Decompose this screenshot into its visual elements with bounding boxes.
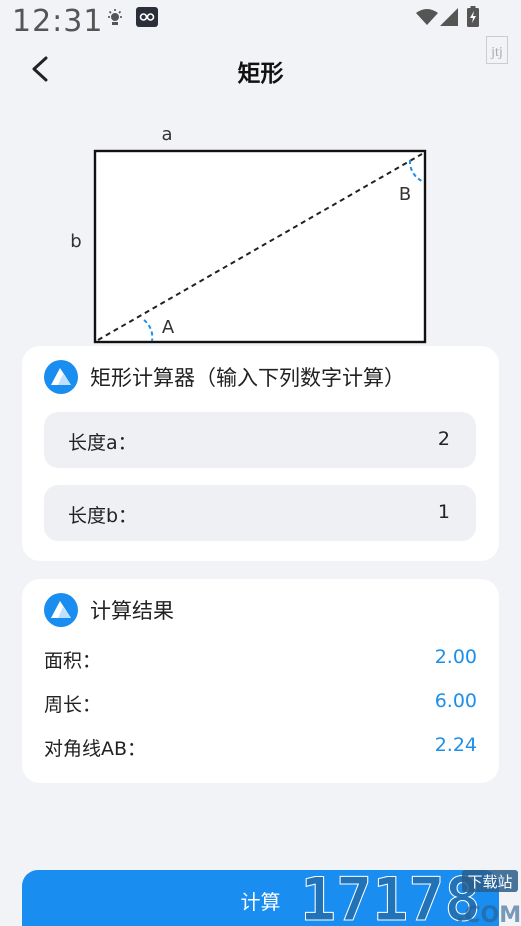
perimeter-label: 周长： <box>44 694 102 716</box>
wifi-icon <box>416 9 438 25</box>
site-watermark: 17178 .COM 下载站 <box>300 865 521 926</box>
svg-text:jtj: jtj <box>490 45 503 60</box>
results-card: 计算结果 面积： 2.00 周长： 6.00 对角线AB： 2.24 <box>22 579 499 783</box>
notification-app-icon <box>136 7 158 27</box>
angle-a-label: A <box>162 317 175 338</box>
corner-badge-icon: jtj <box>486 36 508 64</box>
page-title: 矩形 <box>237 61 284 87</box>
results-header: 计算结果 <box>44 593 174 627</box>
results-title: 计算结果 <box>90 599 174 623</box>
app-header: 矩形 jtj <box>0 36 521 94</box>
calculator-header: 矩形计算器（输入下列数字计算） <box>44 360 405 394</box>
area-label: 面积： <box>44 650 102 672</box>
area-value: 2.00 <box>434 646 477 668</box>
length-b-input[interactable]: 1 <box>438 501 450 523</box>
length-b-field[interactable]: 长度b： 1 <box>44 485 476 541</box>
length-b-label: 长度b： <box>68 505 138 527</box>
battery-icon <box>467 6 479 27</box>
app-logo-icon <box>44 360 78 394</box>
signal-icon <box>440 8 458 26</box>
calculator-card: 矩形计算器（输入下列数字计算） 长度a： 2 长度b： 1 <box>22 346 499 561</box>
status-bar: 12:31 <box>0 0 521 44</box>
status-time: 12:31 <box>12 4 104 39</box>
weather-icon <box>108 9 122 25</box>
length-a-field[interactable]: 长度a： 2 <box>44 412 476 468</box>
side-b-label: b <box>70 231 81 252</box>
side-a-label: a <box>161 124 172 145</box>
rectangle-diagram: a b A B <box>70 124 427 344</box>
watermark-brand: 17178 <box>300 865 481 926</box>
length-a-label: 长度a： <box>68 432 137 454</box>
diagonal-label: 对角线AB： <box>44 738 147 760</box>
diagonal-value: 2.24 <box>434 734 477 756</box>
angle-b-label: B <box>399 184 411 205</box>
length-a-input[interactable]: 2 <box>438 428 450 450</box>
calculator-title: 矩形计算器（输入下列数字计算） <box>90 366 405 390</box>
watermark-suffix: .COM <box>456 903 521 926</box>
app-logo-icon <box>44 593 78 627</box>
rectangle-shape <box>93 149 427 344</box>
perimeter-value: 6.00 <box>434 690 477 712</box>
watermark-tag: 下载站 <box>467 873 512 891</box>
